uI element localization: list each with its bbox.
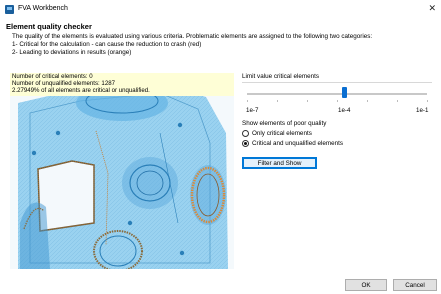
limit-slider-track[interactable]: [247, 93, 427, 95]
radio-label: Critical and unqualified elements: [252, 140, 344, 147]
dialog-description: The quality of the elements is evaluated…: [12, 33, 372, 58]
slider-tick: [397, 100, 398, 102]
radio-icon[interactable]: [242, 130, 249, 137]
description-line: The quality of the elements is evaluated…: [12, 33, 373, 40]
limit-value-label: Limit value critical elements: [242, 73, 319, 80]
fe-model-render[interactable]: [10, 73, 234, 269]
percent-summary: 2.27949% of all elements are critical or…: [12, 86, 150, 94]
dialog-heading: Element quality checker: [6, 22, 92, 31]
slider-tick: [247, 100, 248, 102]
model-viewport[interactable]: [10, 73, 234, 269]
scale-min-label: 1e-7: [246, 107, 259, 114]
cancel-button[interactable]: Cancel: [393, 279, 437, 291]
slider-tick: [307, 100, 308, 102]
ok-button[interactable]: OK: [345, 279, 387, 291]
window-title: FVA Workbench: [18, 5, 68, 12]
radio-only-critical[interactable]: Only critical elements: [242, 130, 312, 137]
slider-tick: [427, 100, 428, 102]
slider-tick: [367, 100, 368, 102]
limit-slider-thumb[interactable]: [342, 87, 347, 98]
filter-and-show-button[interactable]: Filter and Show: [242, 157, 317, 169]
close-icon[interactable]: ✕: [428, 3, 436, 14]
scale-mid-label: 1e-4: [338, 107, 351, 114]
app-icon: [5, 5, 14, 14]
show-elements-label: Show elements of poor quality: [242, 120, 327, 127]
stats-panel: Number of critical elements: 0 Number of…: [10, 73, 234, 96]
radio-checked-icon[interactable]: [242, 140, 249, 147]
slider-tick: [337, 100, 338, 102]
title-bar: FVA Workbench ✕: [0, 0, 441, 18]
divider: [242, 82, 432, 83]
description-line: 2- Leading to deviations in results (ora…: [12, 49, 132, 57]
scale-max-label: 1e-1: [416, 107, 429, 114]
description-line: 1- Critical for the calculation - can ca…: [12, 41, 202, 49]
slider-tick: [277, 100, 278, 102]
radio-critical-and-unqualified[interactable]: Critical and unqualified elements: [242, 140, 343, 147]
radio-label: Only critical elements: [252, 130, 312, 137]
